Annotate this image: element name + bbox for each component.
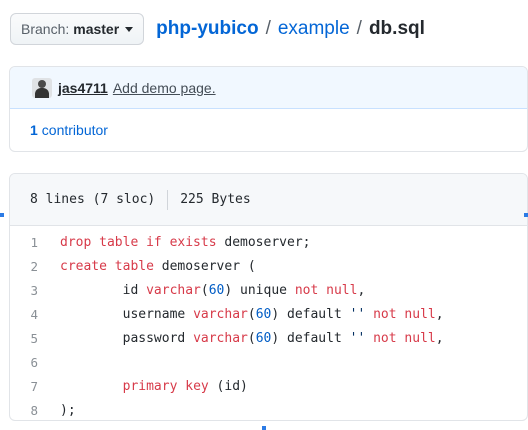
file-line-count: 8 lines (7 sloc): [30, 192, 156, 207]
code-line: 4 username varchar(60) default '' not nu…: [10, 302, 527, 326]
line-number[interactable]: 5: [10, 331, 60, 346]
code-token: ,: [357, 282, 366, 298]
selection-handle: [0, 213, 4, 217]
line-content: drop table if exists demoserver;: [60, 235, 310, 250]
file-navigation: Branch: master php-yubico / example / db…: [10, 13, 425, 45]
line-content: );: [60, 403, 76, 418]
code-token: ) unique: [224, 282, 295, 298]
contributors-row: 1 contributor: [10, 109, 527, 151]
contributors-label: contributor: [41, 122, 108, 138]
code-token: (id): [208, 378, 248, 394]
commit-info-box: jas4711 Add demo page. 1 contributor: [9, 66, 528, 152]
file-header: 8 lines (7 sloc) 225 Bytes: [10, 174, 527, 226]
code-token: '': [349, 306, 366, 322]
code-line: 7 primary key (id): [10, 374, 527, 398]
branch-name: master: [73, 21, 120, 37]
code-line: 2 create table demoserver (: [10, 254, 527, 278]
code-line: 8);: [10, 398, 527, 420]
code-token: varchar: [193, 306, 248, 322]
line-number[interactable]: 8: [10, 403, 60, 418]
code-token: drop table if exists: [60, 234, 217, 250]
line-content: create table demoserver (: [60, 259, 256, 274]
line-content: password varchar(60) default '' not null…: [60, 331, 444, 346]
caret-down-icon: [125, 26, 134, 32]
commit-message-link[interactable]: Add demo page.: [113, 80, 216, 96]
code-token: ,: [435, 306, 444, 322]
code-line: 3 id varchar(60) unique not null,: [10, 278, 527, 302]
code-token: varchar: [193, 330, 248, 346]
contributors-link[interactable]: 1 contributor: [30, 122, 108, 138]
header-divider: [167, 189, 169, 210]
breadcrumb-separator: /: [356, 18, 362, 39]
code-token: varchar: [146, 282, 201, 298]
code-token: password: [60, 330, 194, 346]
code-token: 60: [255, 330, 272, 346]
branch-select-button[interactable]: Branch: master: [10, 13, 145, 45]
code-token: 60: [255, 306, 272, 322]
selection-handle: [524, 213, 528, 217]
code-token: create table: [60, 258, 154, 274]
line-content: id varchar(60) unique not null,: [60, 282, 366, 298]
code-token: not null: [373, 306, 436, 322]
code-listing[interactable]: 1 drop table if exists demoserver; 2 create…: [10, 226, 527, 420]
code-token: not null: [373, 330, 436, 346]
latest-commit-row: jas4711 Add demo page.: [10, 67, 527, 109]
code-token: );: [60, 402, 76, 418]
code-token: not null: [294, 282, 358, 298]
code-token: 60: [208, 282, 225, 298]
breadcrumb-folder-link[interactable]: example: [278, 18, 350, 40]
code-token: primary key: [122, 378, 209, 394]
code-token: demoserver (: [153, 258, 256, 274]
avatar-icon[interactable]: [32, 77, 52, 98]
code-token: ,: [435, 330, 444, 346]
commit-author-link[interactable]: jas4711: [58, 80, 108, 96]
file-viewer: 8 lines (7 sloc) 225 Bytes 1 drop table i…: [9, 173, 528, 421]
breadcrumb-separator: /: [265, 18, 271, 39]
line-number[interactable]: 7: [10, 379, 60, 394]
breadcrumb-file-name: db.sql: [368, 18, 425, 39]
code-token: id: [60, 282, 147, 298]
selection-handle: [262, 426, 266, 430]
line-number[interactable]: 2: [10, 259, 60, 274]
line-number[interactable]: 3: [10, 283, 60, 298]
code-token: (: [247, 306, 256, 322]
breadcrumb-repo-link[interactable]: php-yubico: [156, 18, 258, 40]
line-number[interactable]: 4: [10, 307, 60, 322]
code-token: (: [200, 282, 209, 298]
code-token: '': [349, 330, 366, 346]
line-number[interactable]: 6: [10, 355, 60, 370]
line-number[interactable]: 1: [10, 235, 60, 250]
breadcrumb: php-yubico / example / db.sql: [156, 18, 425, 40]
code-token: ) default: [271, 330, 350, 346]
branch-label: Branch:: [21, 21, 70, 37]
code-token: (: [247, 330, 256, 346]
contributors-count: 1: [30, 122, 38, 138]
line-content: primary key (id): [60, 379, 248, 394]
code-line: 5 password varchar(60) default '' not nu…: [10, 326, 527, 350]
code-token: ) default: [271, 306, 350, 322]
file-size: 225 Bytes: [180, 192, 251, 207]
code-line: 1 drop table if exists demoserver;: [10, 230, 527, 254]
code-token: demoserver;: [216, 234, 311, 250]
code-line: 6: [10, 350, 527, 374]
line-content: username varchar(60) default '' not null…: [60, 307, 444, 322]
code-token: username: [60, 306, 194, 322]
